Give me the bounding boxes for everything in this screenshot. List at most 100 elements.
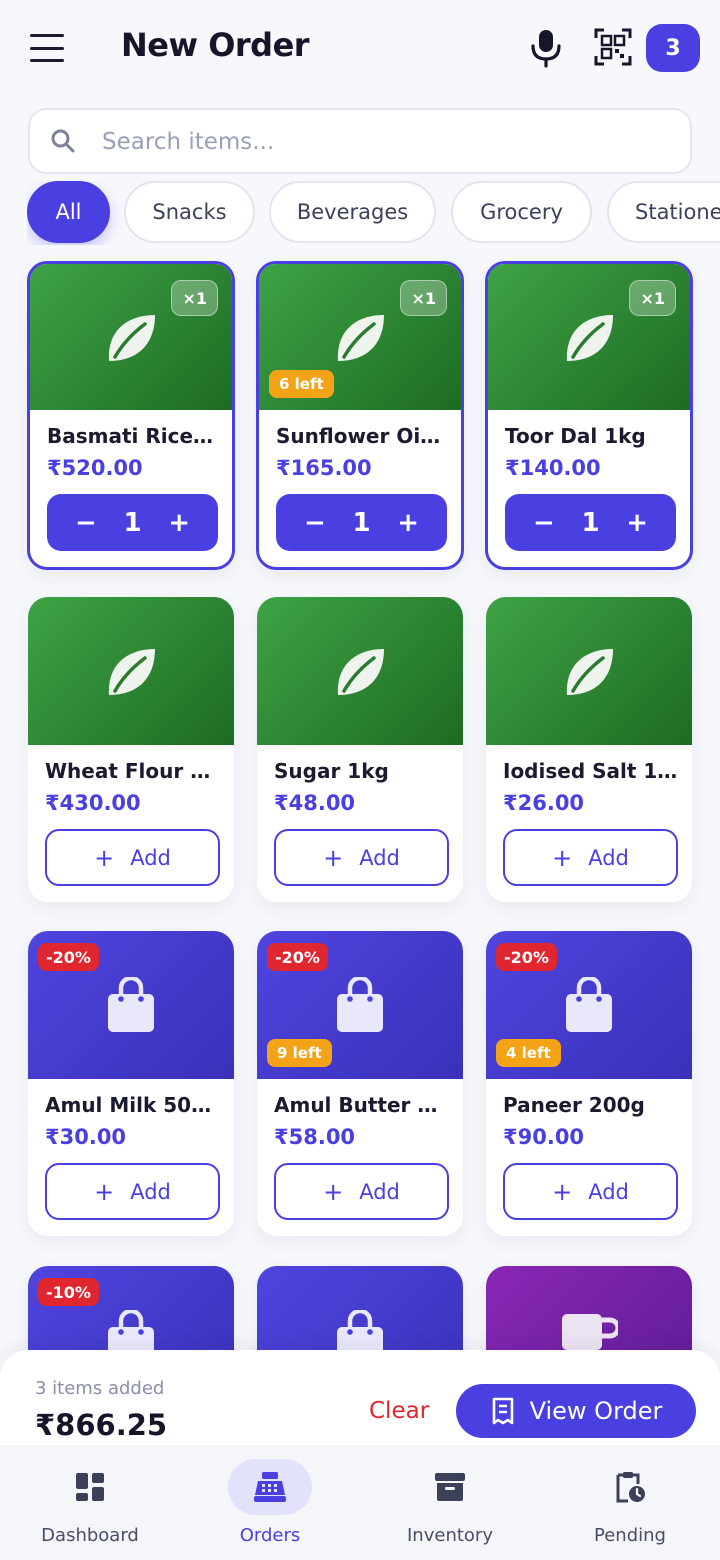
clear-button[interactable]: Clear xyxy=(369,1398,429,1424)
shopping-bag-icon xyxy=(337,977,383,1032)
quantity-stepper: − 1 + xyxy=(47,494,218,551)
increment-button[interactable]: + xyxy=(397,508,419,538)
product-card[interactable]: -20% 4 left Paneer 200g ₹90.00 + Add xyxy=(486,931,692,1236)
add-label: Add xyxy=(359,1179,400,1204)
search-bar xyxy=(28,108,692,174)
app-header: New Order 3 xyxy=(0,0,720,96)
chip-all[interactable]: All xyxy=(27,181,110,243)
nav-dashboard[interactable]: Dashboard xyxy=(10,1459,170,1555)
bottom-navigation: Dashboard Orders Inventory Pending xyxy=(0,1446,720,1560)
product-image xyxy=(28,597,234,745)
add-label: Add xyxy=(588,845,629,870)
nav-pending[interactable]: Pending xyxy=(550,1459,710,1555)
stock-badge: 9 left xyxy=(267,1039,332,1067)
chip-grocery[interactable]: Grocery xyxy=(451,181,592,243)
add-button[interactable]: + Add xyxy=(45,1163,220,1220)
product-name: Iodised Salt 1kg xyxy=(503,759,678,783)
product-card[interactable]: Wheat Flour 10... ₹430.00 + Add xyxy=(28,597,234,902)
search-input[interactable] xyxy=(102,124,662,160)
chip-snacks[interactable]: Snacks xyxy=(124,181,255,243)
view-order-button[interactable]: View Order xyxy=(456,1384,696,1438)
receipt-icon xyxy=(492,1397,513,1425)
cart-count-badge[interactable]: 3 xyxy=(646,24,700,72)
qr-scan-icon[interactable] xyxy=(594,28,632,66)
product-card[interactable]: ×1 6 left Sunflower Oil 1L ₹165.00 − 1 + xyxy=(256,261,464,570)
product-price: ₹58.00 xyxy=(274,1125,356,1149)
decrement-button[interactable]: − xyxy=(75,508,97,538)
add-button[interactable]: + Add xyxy=(45,829,220,886)
product-image: ×1 xyxy=(488,264,690,410)
category-filter: All Snacks Beverages Grocery Stationery xyxy=(27,181,720,245)
quantity-stepper: − 1 + xyxy=(276,494,447,551)
add-label: Add xyxy=(359,845,400,870)
product-card[interactable]: Iodised Salt 1kg ₹26.00 + Add xyxy=(486,597,692,902)
quantity-badge: ×1 xyxy=(171,280,218,316)
nav-orders-label: Orders xyxy=(239,1525,301,1546)
increment-button[interactable]: + xyxy=(626,508,648,538)
add-button[interactable]: + Add xyxy=(503,1163,678,1220)
plus-icon: + xyxy=(323,1177,344,1206)
product-name: Sunflower Oil 1L xyxy=(276,424,447,448)
stock-badge: 6 left xyxy=(269,370,334,398)
product-name: Amul Milk 500... xyxy=(45,1093,220,1117)
add-button[interactable]: + Add xyxy=(274,1163,449,1220)
product-card[interactable]: Sugar 1kg ₹48.00 + Add xyxy=(257,597,463,902)
plus-icon: + xyxy=(323,843,344,872)
plus-icon: + xyxy=(552,843,573,872)
add-label: Add xyxy=(588,1179,629,1204)
microphone-icon[interactable] xyxy=(528,28,564,68)
chip-stationery[interactable]: Stationery xyxy=(607,181,720,243)
quantity-value: 1 xyxy=(581,507,600,538)
nav-pending-label: Pending xyxy=(594,1525,666,1546)
mug-icon xyxy=(562,1314,618,1350)
product-name: Sugar 1kg xyxy=(274,759,389,783)
stock-badge: 4 left xyxy=(496,1039,561,1067)
add-button[interactable]: + Add xyxy=(503,829,678,886)
chip-beverages[interactable]: Beverages xyxy=(269,181,436,243)
quantity-badge: ×1 xyxy=(629,280,676,316)
product-card[interactable]: ×1 Toor Dal 1kg ₹140.00 − 1 + xyxy=(485,261,693,570)
product-price: ₹48.00 xyxy=(274,791,356,815)
plus-icon: + xyxy=(552,1177,573,1206)
menu-icon[interactable] xyxy=(30,34,64,62)
view-order-label: View Order xyxy=(529,1397,663,1425)
quantity-value: 1 xyxy=(123,507,142,538)
add-button[interactable]: + Add xyxy=(274,829,449,886)
increment-button[interactable]: + xyxy=(168,508,190,538)
nav-dashboard-label: Dashboard xyxy=(41,1525,139,1546)
nav-orders[interactable]: Orders xyxy=(190,1459,350,1555)
quantity-stepper: − 1 + xyxy=(505,494,676,551)
decrement-button[interactable]: − xyxy=(533,508,555,538)
leaf-icon xyxy=(566,315,613,361)
product-image: ×1 xyxy=(30,264,232,410)
product-name: Toor Dal 1kg xyxy=(505,424,646,448)
items-added-count: 3 items added xyxy=(35,1378,165,1399)
add-label: Add xyxy=(130,1179,171,1204)
product-price: ₹165.00 xyxy=(276,456,372,480)
dashboard-icon xyxy=(76,1473,104,1501)
discount-badge: -20% xyxy=(496,943,557,971)
product-name: Basmati Rice 5... xyxy=(47,424,218,448)
product-image: -20% 9 left xyxy=(257,931,463,1079)
cash-register-icon xyxy=(254,1472,286,1502)
leaf-icon xyxy=(337,315,384,361)
leaf-icon xyxy=(337,649,384,695)
search-icon xyxy=(51,129,75,153)
discount-badge: -20% xyxy=(267,943,328,971)
product-image xyxy=(486,597,692,745)
nav-inventory[interactable]: Inventory xyxy=(370,1459,530,1555)
add-label: Add xyxy=(130,845,171,870)
plus-icon: + xyxy=(94,1177,115,1206)
decrement-button[interactable]: − xyxy=(304,508,326,538)
product-price: ₹430.00 xyxy=(45,791,141,815)
plus-icon: + xyxy=(94,843,115,872)
leaf-icon xyxy=(566,649,613,695)
order-total: ₹866.25 xyxy=(35,1408,168,1442)
quantity-value: 1 xyxy=(352,507,371,538)
shopping-bag-icon xyxy=(108,977,154,1032)
shopping-bag-icon xyxy=(566,977,612,1032)
product-price: ₹26.00 xyxy=(503,791,585,815)
product-card[interactable]: ×1 Basmati Rice 5... ₹520.00 − 1 + xyxy=(27,261,235,570)
product-card[interactable]: -20% Amul Milk 500... ₹30.00 + Add xyxy=(28,931,234,1236)
product-card[interactable]: -20% 9 left Amul Butter 10... ₹58.00 + Ad… xyxy=(257,931,463,1236)
